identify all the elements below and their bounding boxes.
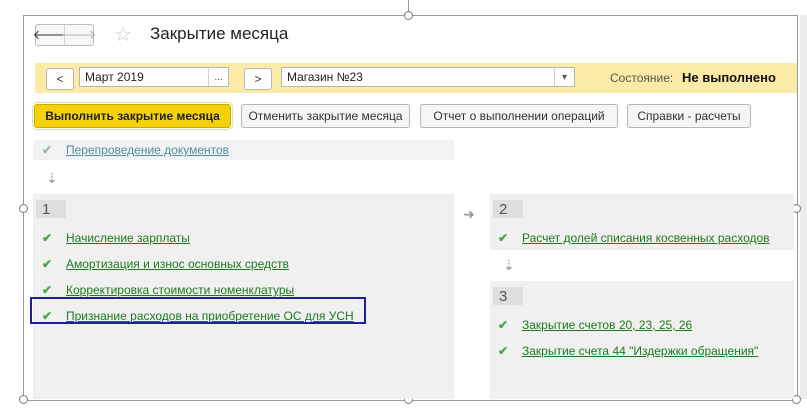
stage-1-item-depreciation[interactable]: Амортизация и износ основных средств [66, 257, 289, 271]
check-icon: ✔ [42, 283, 53, 297]
check-icon: ✔ [498, 318, 509, 332]
check-icon: ✔ [498, 344, 509, 358]
stage-2-item-indirect-costs[interactable]: Расчет долей списания косвенных расходов [522, 231, 770, 245]
stage-1-item-cost-adjustment[interactable]: Корректировка стоимости номенклатуры [66, 283, 294, 297]
down-arrow-icon: ⇣ [503, 257, 515, 273]
stage-1-item-payroll[interactable]: Начисление зарплаты [66, 231, 190, 245]
check-icon: ✔ [42, 231, 53, 245]
right-arrow-icon: ➜ [463, 206, 475, 222]
favorite-star-icon[interactable]: ☆ [114, 22, 132, 47]
back-arrow-icon[interactable]: 🡐 [33, 25, 68, 45]
resize-handle-top[interactable] [404, 11, 413, 20]
organization-value: Магазин №23 [287, 70, 363, 84]
page-title: Закрытие месяца [150, 24, 289, 43]
selection-highlight [30, 297, 366, 324]
forward-arrow-icon[interactable]: 🡒 [62, 25, 96, 45]
down-arrow-icon: ⇣ [46, 170, 58, 186]
status-value: Не выполнено [682, 70, 776, 85]
chevron-down-icon[interactable]: ▾ [554, 68, 574, 86]
stage-1-number: 1 [36, 200, 66, 218]
resize-handle-left[interactable] [19, 204, 28, 213]
next-period-button[interactable]: > [244, 68, 272, 90]
resize-handle-bottom-left[interactable] [19, 395, 28, 404]
run-month-close-button[interactable]: Выполнить закрытие месяца [32, 102, 233, 130]
period-choose-button[interactable]: ... [208, 68, 228, 86]
window-right-edge [800, 15, 807, 399]
stage-3-panel [490, 281, 794, 399]
prev-period-button[interactable]: < [46, 68, 74, 90]
check-icon: ✔ [498, 231, 509, 245]
cancel-month-close-button[interactable]: Отменить закрытие месяца [241, 104, 410, 128]
check-icon: ✔ [42, 143, 53, 157]
parameters-bar: < Март 2019 ... > Магазин №23 ▾ Состояни… [35, 63, 797, 93]
stage-2-number: 2 [493, 200, 523, 218]
operations-report-button[interactable]: Отчет о выполнении операций [420, 104, 618, 128]
period-field[interactable]: Март 2019 ... [79, 67, 229, 87]
reference-calculations-button[interactable]: Справки - расчеты [627, 104, 751, 128]
check-icon: ✔ [42, 257, 53, 271]
reposting-documents-link[interactable]: Перепроведение документов [66, 143, 229, 157]
stage-3-item-close-accounts[interactable]: Закрытие счетов 20, 23, 25, 26 [522, 318, 692, 332]
nav-buttons: 🡐 🡒 [33, 24, 96, 46]
stage-3-number: 3 [493, 287, 523, 305]
stage-3-item-close-account-44[interactable]: Закрытие счета 44 "Издержки обращения" [522, 344, 758, 358]
status-label: Состояние: [610, 71, 674, 85]
organization-field[interactable]: Магазин №23 ▾ [281, 67, 575, 87]
period-value: Март 2019 [85, 70, 144, 84]
